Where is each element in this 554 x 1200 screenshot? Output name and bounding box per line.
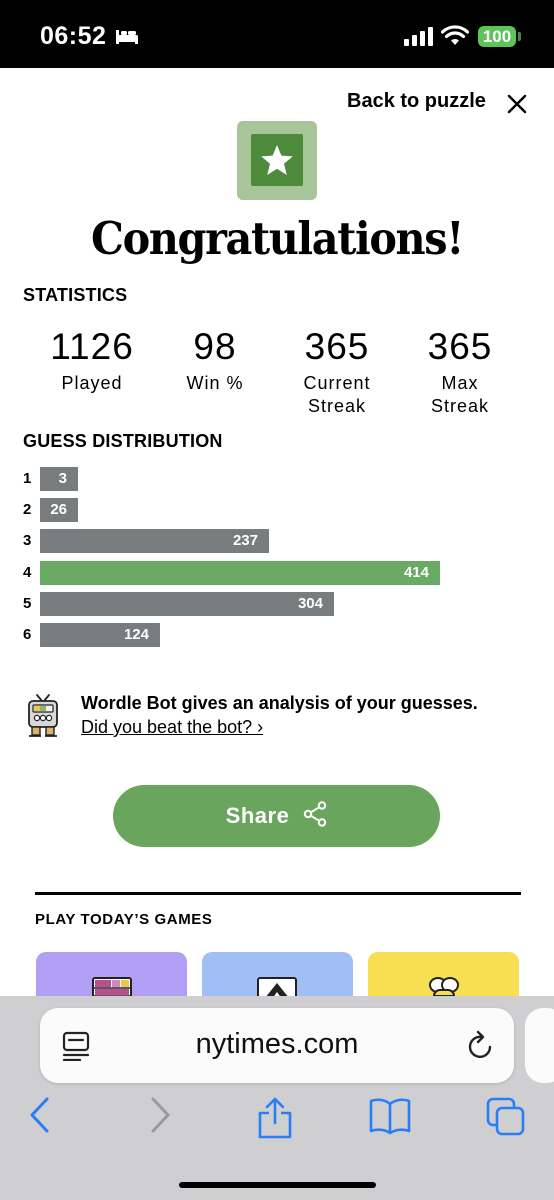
reload-icon[interactable]	[466, 1029, 496, 1066]
url-text: nytimes.com	[195, 1028, 359, 1060]
share-icon	[303, 800, 327, 832]
battery-icon: 100	[478, 26, 516, 47]
wordle-bot-title: Wordle Bot gives an analysis of your gue…	[81, 693, 478, 713]
distribution-guess-number: 1	[23, 470, 32, 487]
stat-played: 1126 Played	[32, 326, 152, 395]
play-todays-games-heading: PLAY TODAY’S GAMES	[35, 911, 213, 928]
distribution-row: 4 414	[23, 560, 523, 585]
stat-label: Played	[61, 373, 123, 393]
distribution-guess-number: 4	[23, 563, 32, 581]
distribution-bar: 3	[40, 467, 78, 491]
stat-max-streak: 365 Max Streak	[400, 326, 520, 418]
distribution-bar: 304	[40, 591, 334, 616]
share-sheet-icon[interactable]	[256, 1096, 294, 1145]
stat-current-streak: 365 Current Streak	[277, 326, 397, 418]
browser-toolbar: nytimes.com	[0, 996, 554, 1200]
distribution-guess-number: 2	[23, 501, 32, 519]
wordle-bot-icon	[27, 693, 59, 744]
wifi-icon	[440, 25, 470, 51]
distribution-guess-number: 6	[23, 626, 32, 643]
distribution-bar: 26	[40, 498, 78, 523]
distribution-row: 6 124	[23, 623, 523, 647]
congratulations-title: Congratulations!	[91, 212, 464, 265]
battery-nub	[518, 32, 521, 41]
section-divider	[35, 892, 521, 895]
distribution-row: 3 237	[23, 529, 523, 554]
back-to-puzzle-link[interactable]: Back to puzzle	[347, 90, 486, 113]
distribution-bar: 237	[40, 529, 269, 554]
share-button[interactable]: Share	[113, 785, 440, 847]
share-label: Share	[225, 803, 290, 828]
cellular-signal-icon	[404, 27, 434, 51]
distribution-guess-number: 5	[23, 594, 32, 612]
distribution-guess-number: 3	[23, 532, 32, 550]
distribution-row: 13	[23, 467, 523, 491]
status-bar: 06:52 100	[0, 0, 554, 68]
guess-distribution-heading: GUESS DISTRIBUTION	[23, 431, 223, 451]
back-icon[interactable]	[28, 1096, 52, 1139]
beat-the-bot-link[interactable]: Did you beat the bot? ›	[81, 717, 263, 738]
stat-label: Current Streak	[303, 373, 371, 416]
stat-value: 365	[427, 326, 493, 367]
statistics-heading: STATISTICS	[23, 285, 128, 305]
stat-value: 1126	[50, 326, 134, 367]
tabs-icon[interactable]	[485, 1096, 527, 1143]
close-icon[interactable]	[505, 92, 529, 116]
star-badge-icon	[237, 121, 317, 200]
distribution-bar: 124	[40, 623, 160, 647]
bookmarks-icon[interactable]	[368, 1096, 412, 1141]
distribution-bar: 414	[40, 560, 440, 585]
home-indicator	[179, 1182, 376, 1188]
sleep-focus-icon	[115, 28, 139, 50]
distribution-row: 5 304	[23, 591, 523, 616]
stat-value: 365	[304, 326, 370, 367]
forward-icon[interactable]	[148, 1096, 172, 1139]
next-tab-peek[interactable]	[525, 1008, 554, 1083]
address-bar[interactable]: nytimes.com	[40, 1008, 514, 1083]
stat-win-percent: 98 Win %	[155, 326, 275, 395]
stat-value: 98	[193, 326, 237, 367]
distribution-row: 2 26	[23, 498, 523, 523]
status-time: 06:52	[40, 22, 107, 50]
stat-label: Max Streak	[430, 373, 490, 416]
stat-label: Win %	[186, 373, 244, 393]
